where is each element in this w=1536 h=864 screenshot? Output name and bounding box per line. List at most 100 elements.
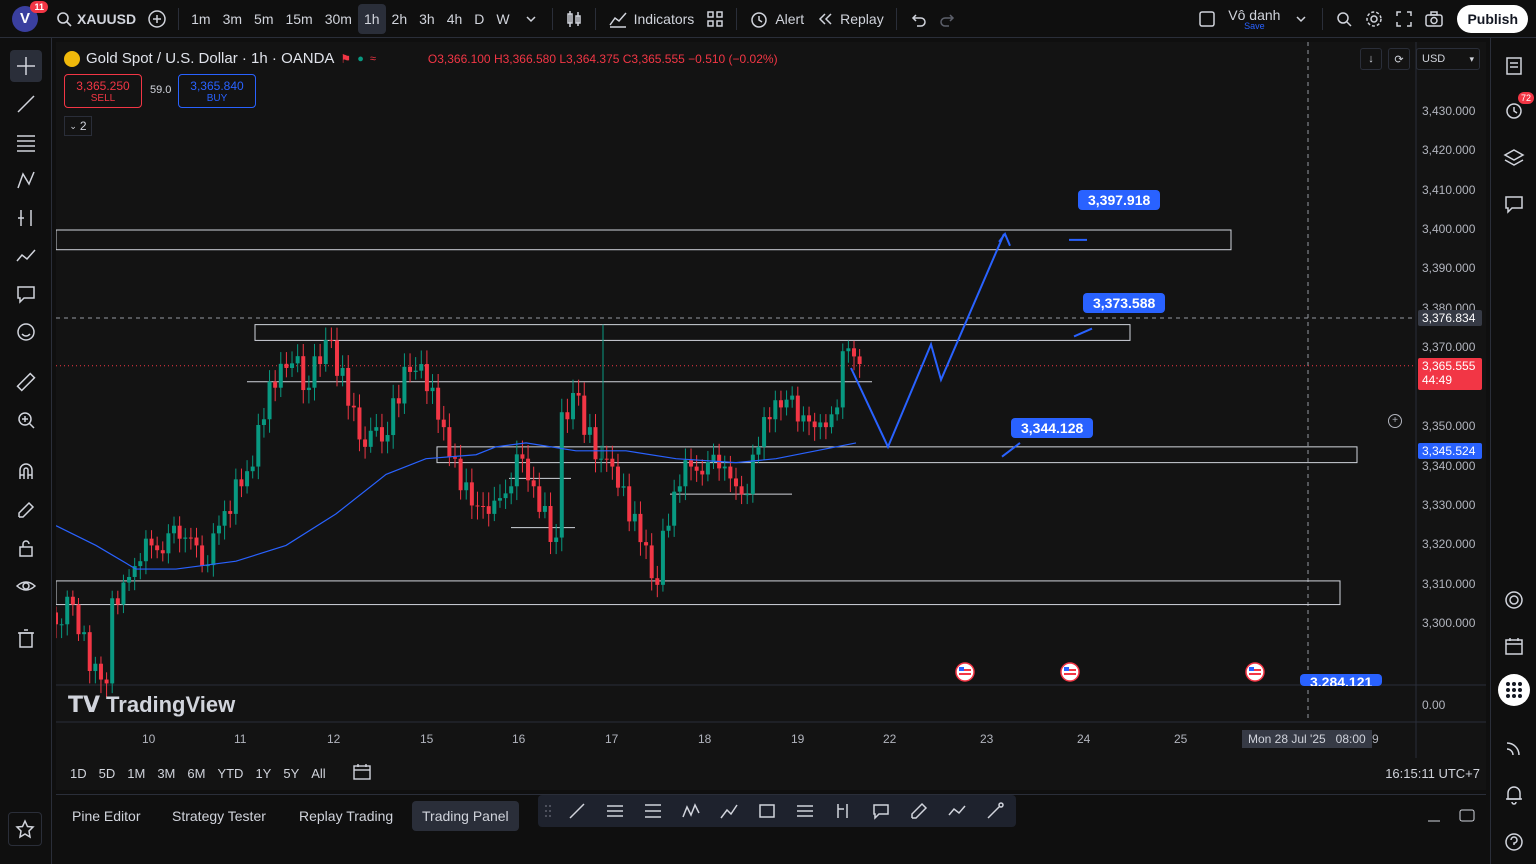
timeframe-1m[interactable]: 1m (185, 4, 216, 34)
timeframe-15m[interactable]: 15m (279, 4, 318, 34)
timeframe-1h[interactable]: 1h (357, 3, 386, 34)
layout-name[interactable]: Vô danh Save (1228, 7, 1280, 31)
line-tool-button[interactable] (558, 797, 596, 825)
watchlist-button[interactable] (1498, 50, 1530, 82)
help-button[interactable] (1498, 826, 1530, 858)
callout-target-high[interactable]: 3,397.918 (1078, 190, 1161, 210)
stay-drawing-tool[interactable] (10, 494, 42, 526)
fib-tool[interactable] (10, 126, 42, 158)
timeframe-3m[interactable]: 3m (217, 4, 248, 34)
notifications-button[interactable] (1498, 778, 1530, 810)
timeframe-30m[interactable]: 30m (319, 4, 358, 34)
period-5d[interactable]: 5D (93, 766, 122, 781)
xabcd-button[interactable] (672, 797, 710, 825)
stream-button[interactable] (1498, 732, 1530, 764)
symbol-search[interactable]: XAUUSD (50, 4, 142, 34)
timeframe-3h[interactable]: 3h (413, 4, 441, 34)
remove-drawings-tool[interactable] (10, 622, 42, 654)
timeframe-2h[interactable]: 2h (386, 4, 414, 34)
rectangle-button[interactable] (748, 797, 786, 825)
icon-tool[interactable] (10, 316, 42, 348)
hide-tool[interactable] (10, 570, 42, 602)
calendar-button[interactable] (1498, 630, 1530, 662)
tab-pine-editor[interactable]: Pine Editor (62, 801, 150, 831)
chart-type-button[interactable] (559, 4, 589, 34)
layout-dropdown[interactable] (1286, 4, 1316, 34)
brush-tool[interactable] (10, 240, 42, 272)
lock-tool[interactable] (10, 532, 42, 564)
horizontal-lines-button[interactable] (786, 797, 824, 825)
measure-tool[interactable] (10, 366, 42, 398)
alerts-panel-button[interactable]: 72 (1498, 92, 1534, 126)
period-5y[interactable]: 5Y (277, 766, 305, 781)
period-1m[interactable]: 1M (121, 766, 151, 781)
redo-button[interactable] (933, 4, 963, 34)
period-1d[interactable]: 1D (64, 766, 93, 781)
templates-button[interactable] (700, 4, 730, 34)
path-button[interactable] (710, 797, 748, 825)
period-ytd[interactable]: YTD (211, 766, 249, 781)
ruler-button[interactable] (976, 797, 1014, 825)
drag-handle-icon[interactable] (538, 797, 558, 825)
tab-strategy-tester[interactable]: Strategy Tester (162, 801, 276, 831)
timeframe-dropdown[interactable] (516, 4, 546, 34)
indicators-collapse-toggle[interactable]: ⌄ 2 (64, 116, 92, 136)
compare-symbol-button[interactable] (142, 4, 172, 34)
auto-scale-button[interactable]: ⟳ (1388, 48, 1410, 70)
timeframe-4h[interactable]: 4h (441, 4, 469, 34)
buy-button[interactable]: 3,365.840 BUY (178, 74, 256, 108)
callout-button[interactable] (862, 797, 900, 825)
us-event-flag-icon[interactable] (955, 662, 975, 685)
trend-line-tool[interactable] (10, 88, 42, 120)
zoom-tool[interactable] (10, 404, 42, 436)
crosshair-tool[interactable] (10, 50, 42, 82)
indicators-button[interactable]: Indicators (602, 4, 701, 34)
add-alert-plus-icon[interactable]: + (1388, 414, 1402, 428)
user-avatar[interactable]: V 11 (12, 0, 48, 32)
fib-button[interactable] (634, 797, 672, 825)
text-tool[interactable] (10, 278, 42, 310)
snapshot-button[interactable] (1419, 4, 1449, 34)
timeframe-5m[interactable]: 5m (248, 4, 279, 34)
scroll-down-button[interactable]: ↓ (1360, 48, 1382, 70)
currency-select[interactable]: USD ▾ (1416, 48, 1480, 70)
quick-search-button[interactable] (1329, 4, 1359, 34)
brush-button[interactable] (900, 797, 938, 825)
us-event-flag-icon[interactable] (1060, 662, 1080, 685)
minimize-panel-button[interactable] (1426, 807, 1442, 826)
flag-icon[interactable]: ⚑ (340, 52, 351, 66)
maximize-panel-button[interactable] (1458, 807, 1476, 826)
publish-button[interactable]: Publish (1457, 4, 1528, 33)
parallel-channel-button[interactable] (596, 797, 634, 825)
chats-button[interactable] (1498, 188, 1530, 220)
sell-button[interactable]: 3,365.250 SELL (64, 74, 142, 108)
long-position-button[interactable] (824, 797, 862, 825)
fullscreen-button[interactable] (1389, 4, 1419, 34)
timeframe-W[interactable]: W (490, 4, 515, 34)
tab-replay-trading[interactable]: Replay Trading (289, 801, 403, 831)
clock-timezone[interactable]: 16:15:11 UTC+7 (1385, 766, 1480, 781)
us-event-flag-icon[interactable] (1245, 662, 1265, 685)
pattern-tool[interactable] (10, 164, 42, 196)
hotlists-button[interactable] (1498, 584, 1530, 616)
magnet-tool[interactable] (10, 456, 42, 488)
layout-select-button[interactable] (1192, 4, 1222, 34)
callout-support[interactable]: 3,344.128 (1011, 418, 1094, 438)
tab-trading-panel[interactable]: Trading Panel (412, 801, 519, 831)
forecast-button[interactable] (938, 797, 976, 825)
period-1y[interactable]: 1Y (249, 766, 277, 781)
apps-button[interactable] (1498, 674, 1530, 706)
callout-target-mid[interactable]: 3,373.588 (1083, 293, 1166, 313)
callout-bottom[interactable]: 3,284.121 (1300, 674, 1383, 686)
chart-canvas[interactable] (56, 42, 1486, 758)
watchlist-star-button[interactable] (8, 812, 42, 846)
undo-button[interactable] (903, 4, 933, 34)
period-all[interactable]: All (305, 766, 331, 781)
replay-button[interactable]: Replay (810, 4, 890, 34)
settings-button[interactable] (1359, 4, 1389, 34)
symbol-title[interactable]: Gold Spot / U.S. Dollar · 1h · OANDA (86, 50, 334, 67)
period-3m[interactable]: 3M (151, 766, 181, 781)
alert-button[interactable]: Alert (743, 4, 810, 34)
forecast-tool[interactable] (10, 202, 42, 234)
object-tree-button[interactable] (1498, 142, 1530, 174)
